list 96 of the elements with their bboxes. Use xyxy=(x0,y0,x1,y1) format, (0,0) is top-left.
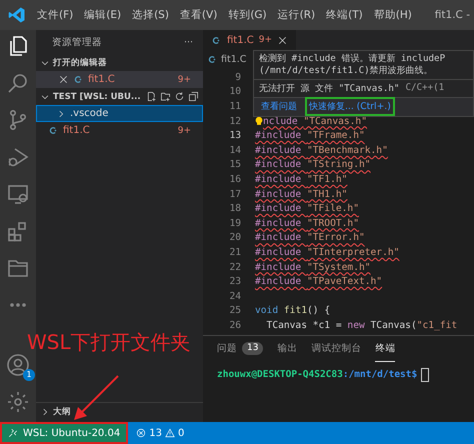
line-number: 12 xyxy=(228,116,241,127)
annotation-text: WSL下打开文件夹 xyxy=(27,329,191,356)
line-number: 15 xyxy=(228,159,241,170)
settings-icon[interactable] xyxy=(6,390,30,414)
line-number: 10 xyxy=(228,86,241,98)
line-number: 21 xyxy=(228,246,241,258)
terminal-user-host: zhouwx@DESKTOP-Q4S2C83 xyxy=(217,369,343,380)
file-name: fit1.C xyxy=(63,125,91,136)
section-title[interactable]: 大纲 xyxy=(53,406,71,418)
window-title: fit1.C - xyxy=(434,9,471,21)
c-file-icon xyxy=(48,125,59,136)
line-number: 11 xyxy=(228,100,241,112)
remote-icon xyxy=(8,428,18,438)
panel-tab[interactable]: 终端 xyxy=(375,336,396,362)
section-title[interactable]: TEST [WSL: UBU... xyxy=(53,92,141,102)
code-line: #include "TF1.h" xyxy=(255,174,348,185)
close-icon[interactable] xyxy=(58,74,69,85)
panel-tab[interactable]: 调试控制台 xyxy=(311,336,362,362)
warning-count: 0 xyxy=(178,428,184,438)
code-line: #include "TFrame.h" xyxy=(255,130,365,142)
monitor-icon[interactable] xyxy=(6,182,30,206)
code-line: #include "TError.h" xyxy=(255,232,365,244)
problem-count: 9+ xyxy=(258,35,272,45)
c-file-icon xyxy=(73,74,84,85)
folder-name: .vscode xyxy=(70,108,110,119)
code-line: nclude "TCanvas.h" xyxy=(263,116,367,127)
hover-message: (/mnt/d/test/fit1.C)禁用波形曲线。 xyxy=(259,65,434,77)
notification-badge: 1 xyxy=(23,369,35,381)
line-number: 26 xyxy=(228,320,241,331)
line-number: 19 xyxy=(228,218,241,229)
problem-source: C/C++(1 xyxy=(405,82,444,95)
more-actions-button[interactable]: ··· xyxy=(184,36,193,48)
menu-item[interactable]: 终端(T) xyxy=(326,8,363,22)
line-number: 24 xyxy=(228,290,241,302)
c-file-icon xyxy=(207,54,218,64)
code-line: #include "TBenchmark.h" xyxy=(255,144,388,156)
open-editor-item[interactable]: fit1.C 9+ xyxy=(36,71,203,88)
code-line: #include "TString.h" xyxy=(255,159,371,170)
line-number: 13 xyxy=(228,130,241,142)
hover-action-link[interactable]: 查看问题 xyxy=(259,99,299,114)
menu-item[interactable]: 选择(S) xyxy=(132,8,169,22)
refresh-icon[interactable] xyxy=(174,91,185,102)
file-item[interactable]: fit1.C 9+ xyxy=(36,122,203,139)
terminal-cursor xyxy=(421,368,430,382)
editor-tab[interactable]: fit1.C 9+ xyxy=(203,30,296,50)
hover-message: 检测到 #include 错误。请更新 includeP xyxy=(259,53,446,65)
line-number: 25 xyxy=(228,305,241,316)
code-line: #include "TROOT.h" xyxy=(255,218,359,229)
menu-item[interactable]: 文件(F) xyxy=(37,8,74,22)
count-badge: 13 xyxy=(242,342,264,356)
problem-count: 9+ xyxy=(178,126,191,136)
code-line: #include "TInterpreter.h" xyxy=(255,246,400,258)
code-line: #include "TPaveText.h" xyxy=(255,276,382,288)
error-icon xyxy=(136,428,146,438)
folder-item[interactable]: .vscode xyxy=(36,105,203,122)
account-icon[interactable] xyxy=(6,353,30,377)
line-number: 17 xyxy=(228,188,241,200)
error-count: 13 xyxy=(149,428,162,438)
file-name: fit1.C xyxy=(88,74,116,85)
menu-item[interactable]: 查看(V) xyxy=(180,8,218,22)
line-number: 16 xyxy=(228,174,241,185)
menu-item[interactable]: 帮助(H) xyxy=(374,8,412,22)
new-file-icon[interactable] xyxy=(146,91,157,102)
c-file-icon xyxy=(211,34,222,46)
search-icon[interactable] xyxy=(6,71,30,95)
lightbulb-icon[interactable] xyxy=(255,116,263,127)
code-line: #include "TH1.h" xyxy=(255,188,348,200)
file-name: fit1.C xyxy=(227,34,254,46)
line-number: 14 xyxy=(228,144,241,156)
new-folder-icon[interactable] xyxy=(160,91,171,102)
problem-message: 无法打开 源 文件 "TCanvas.h" xyxy=(259,82,400,95)
section-title[interactable]: 打开的编辑器 xyxy=(53,56,107,68)
code-line: TCanvas *c1 = new TCanvas("c1_fit xyxy=(266,320,458,331)
close-icon[interactable] xyxy=(277,34,288,46)
menu-item[interactable]: 运行(R) xyxy=(278,8,316,22)
line-number: 22 xyxy=(228,262,241,273)
remote-indicator[interactable]: WSL: Ubuntu-20.04 xyxy=(0,422,128,444)
terminal-path: :/mnt/d/test$ xyxy=(342,369,418,380)
problem-count: 9+ xyxy=(178,74,191,84)
panel-tab[interactable]: 问题 13 xyxy=(217,336,264,362)
warning-icon xyxy=(164,428,175,438)
line-number: 23 xyxy=(228,276,241,288)
hover-action-link[interactable]: 快速修复... (Ctrl+.) xyxy=(307,99,393,114)
code-line: #include "TFile.h" xyxy=(255,203,359,214)
code-line: #include "TSystem.h" xyxy=(255,262,371,273)
line-number: 9 xyxy=(234,72,241,83)
problems-indicator[interactable]: 13 0 xyxy=(128,428,184,438)
line-number: 18 xyxy=(228,203,241,214)
collapse-all-icon[interactable] xyxy=(188,91,199,102)
menu-item[interactable]: 转到(G) xyxy=(228,8,267,22)
panel-tab[interactable]: 输出 xyxy=(277,336,298,362)
breadcrumb-item[interactable]: fit1.C xyxy=(221,54,246,64)
line-number: 20 xyxy=(228,232,241,244)
code-line: void fit1() { xyxy=(255,305,330,316)
sidebar-title: 资源管理器 xyxy=(52,36,102,48)
menu-item[interactable]: 编辑(E) xyxy=(84,8,122,22)
